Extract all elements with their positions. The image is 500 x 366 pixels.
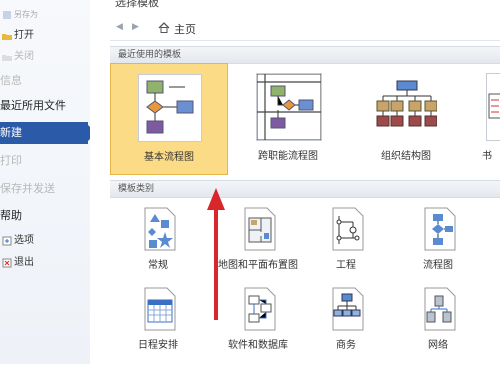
annotation-arrow [207, 188, 225, 320]
